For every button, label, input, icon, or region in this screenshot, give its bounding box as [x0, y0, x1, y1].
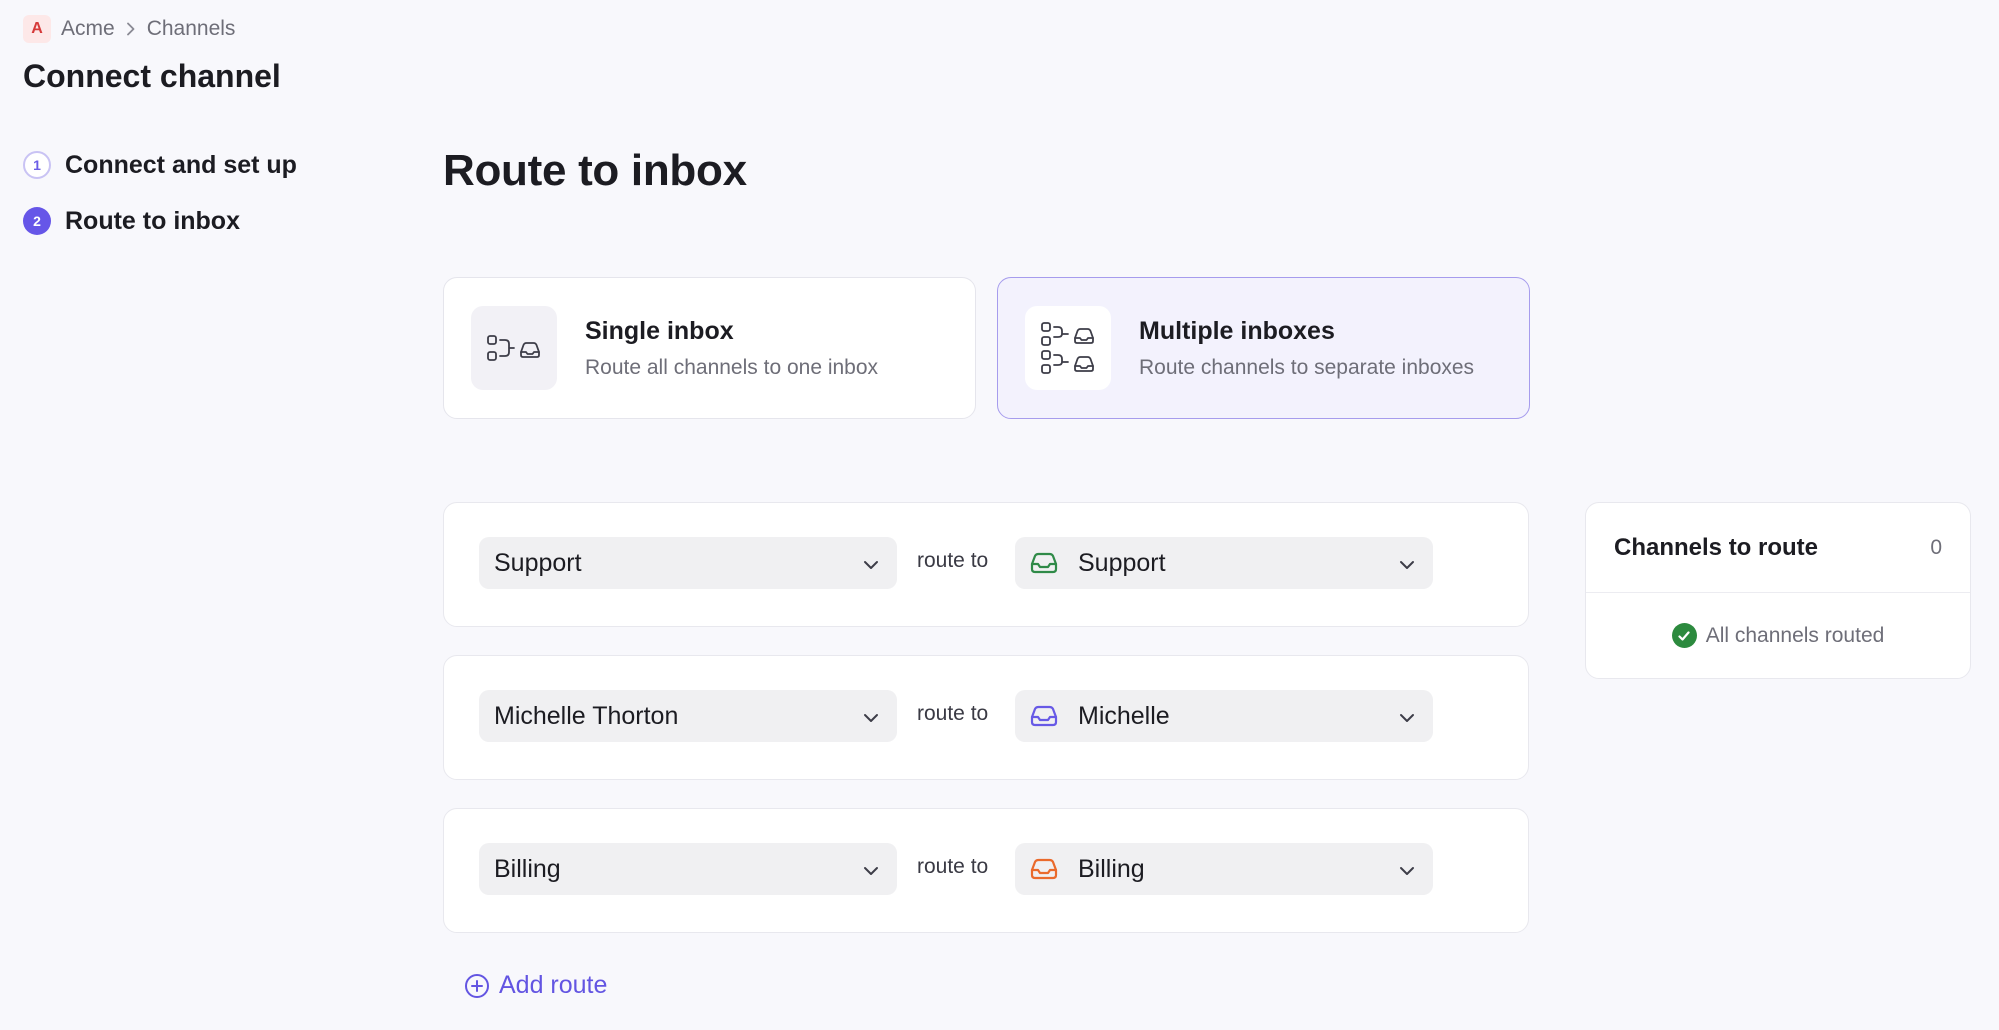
route-row: Michelle Thorton route to Michelle — [443, 655, 1529, 780]
option-description: Route channels to separate inboxes — [1139, 355, 1475, 379]
target-inbox-select[interactable]: Support — [1015, 537, 1433, 589]
chevron-right-icon — [125, 22, 137, 36]
chevron-down-icon — [861, 706, 881, 735]
breadcrumb: A Acme Channels — [23, 15, 235, 43]
panel-count: 0 — [1930, 535, 1942, 559]
chevron-down-icon — [861, 859, 881, 888]
step-connect-and-set-up[interactable]: 1 Connect and set up — [23, 148, 297, 182]
chevron-down-icon — [1397, 553, 1417, 582]
multi-route-icon — [1025, 306, 1111, 390]
select-value: Billing — [1078, 854, 1145, 883]
page-title: Connect channel — [23, 58, 281, 94]
add-route-label: Add route — [499, 971, 608, 999]
option-title: Single inbox — [585, 316, 734, 345]
panel-status: All channels routed — [1586, 593, 1970, 678]
select-value: Michelle — [1078, 701, 1170, 730]
source-channel-select[interactable]: Support — [479, 537, 897, 589]
select-value: Support — [494, 548, 582, 577]
panel-header: Channels to route 0 — [1586, 503, 1970, 593]
source-channel-select[interactable]: Billing — [479, 843, 897, 895]
option-description: Route all channels to one inbox — [585, 355, 879, 379]
route-to-label: route to — [917, 549, 989, 572]
step-label: Route to inbox — [65, 206, 240, 235]
target-inbox-select[interactable]: Michelle — [1015, 690, 1433, 742]
check-circle-icon — [1671, 623, 1697, 648]
route-row: Billing route to Billing — [443, 808, 1529, 933]
option-title: Multiple inboxes — [1139, 316, 1335, 345]
breadcrumb-org[interactable]: Acme — [61, 17, 115, 41]
option-multiple-inboxes[interactable]: Multiple inboxes Route channels to separ… — [997, 277, 1530, 419]
step-route-to-inbox[interactable]: 2 Route to inbox — [23, 204, 297, 238]
chevron-down-icon — [1397, 706, 1417, 735]
route-row: Support route to Support — [443, 502, 1529, 627]
channels-to-route-panel: Channels to route 0 All channels routed — [1585, 502, 1971, 679]
route-to-label: route to — [917, 702, 989, 725]
select-value: Support — [1078, 548, 1166, 577]
chevron-down-icon — [861, 553, 881, 582]
select-value: Billing — [494, 854, 561, 883]
add-route-button[interactable]: Add route — [464, 971, 607, 1000]
step-number: 2 — [23, 207, 51, 235]
chevron-down-icon — [1397, 859, 1417, 888]
panel-title: Channels to route — [1614, 533, 1819, 561]
connect-channel-page: A Acme Channels Connect channel 1 Connec… — [0, 0, 1999, 1030]
option-single-inbox[interactable]: Single inbox Route all channels to one i… — [443, 277, 976, 419]
org-badge: A — [23, 15, 51, 43]
step-number: 1 — [23, 151, 51, 179]
target-inbox-select[interactable]: Billing — [1015, 843, 1433, 895]
step-list: 1 Connect and set up 2 Route to inbox — [23, 148, 297, 260]
route-to-label: route to — [917, 855, 989, 878]
select-value: Michelle Thorton — [494, 701, 679, 730]
step-label: Connect and set up — [65, 150, 297, 179]
inbox-icon — [1030, 705, 1058, 727]
inbox-icon — [1030, 552, 1058, 574]
inbox-icon — [1030, 858, 1058, 880]
plus-circle-icon — [464, 973, 490, 999]
breadcrumb-channels[interactable]: Channels — [147, 17, 236, 41]
source-channel-select[interactable]: Michelle Thorton — [479, 690, 897, 742]
section-heading: Route to inbox — [443, 146, 747, 195]
single-route-icon — [471, 306, 557, 390]
status-text: All channels routed — [1705, 623, 1885, 647]
